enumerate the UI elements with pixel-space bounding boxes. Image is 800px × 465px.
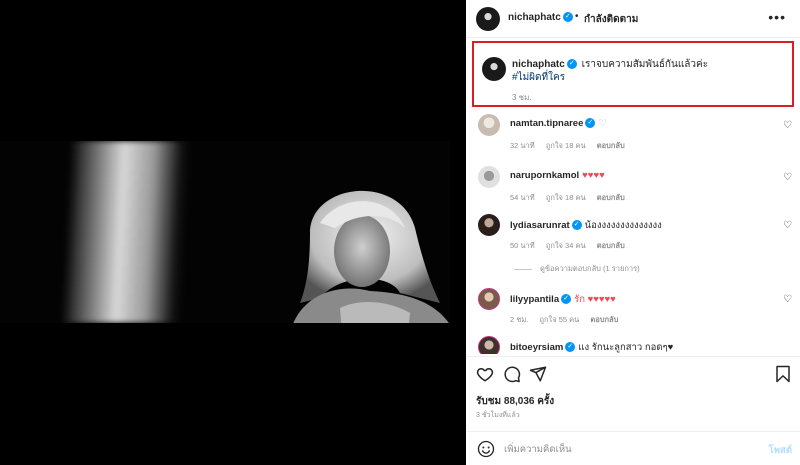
comment-list[interactable]: namtan.tipnaree ✓ ♡ 32 นาที ถูกใจ 18 คน ตอ… [466,110,800,354]
comment-meta: 50 นาที ถูกใจ 34 คน ตอบกลับ [510,240,634,252]
verified-badge-icon: ✓ [585,118,596,129]
emoji-icon[interactable] [477,440,495,458]
caption-text: เราจบความสัมพันธ์กันแล้วค่ะ [581,59,709,70]
comment-text: ♡ [598,118,607,129]
comment-text: รัก ♥♥♥♥♥ [574,294,616,305]
comment-item: lilyypantila ✓ รัก ♥♥♥♥♥ 2 ชม. ถูกใจ 55 คน… [466,284,800,336]
view-count[interactable]: รับชม 88,036 ครั้ง [476,394,554,409]
verified-badge-icon: ✓ [561,294,572,305]
performer-image [293,190,449,323]
comment-like-icon[interactable]: ♡ [783,172,792,183]
comment-meta: 54 นาที ถูกใจ 18 คน ตอบกลับ [510,192,634,204]
comment-input[interactable] [504,441,744,457]
comment-icon[interactable] [503,365,521,383]
caption-hashtag[interactable]: #ไม่ผิดที่ใคร [512,70,565,85]
comment-likes[interactable]: ถูกใจ 34 คน [546,241,586,250]
comment-text: แง รักนะลูกสาว กอดๆ♥ [578,342,674,353]
comment-likes[interactable]: ถูกใจ 55 คน [539,315,579,324]
comment-username[interactable]: lydiasarunrat [510,220,570,231]
video-frame [0,141,450,323]
verified-badge-icon: ✓ [566,59,577,70]
following-button[interactable]: กำลังติดตาม [584,12,638,27]
comment-like-icon[interactable]: ♡ [783,220,792,231]
view-replies-label: ดูข้อความตอบกลับ (1 รายการ) [540,264,640,273]
comment-like-icon[interactable]: ♡ [783,120,792,131]
comment-time: 32 นาที [510,141,535,150]
comment-like-icon[interactable]: ♡ [783,294,792,305]
reply-button[interactable]: ตอบกลับ [597,193,625,202]
comment-line: narupornkamol ♥♥♥♥ [510,170,605,181]
author-name-text: nichaphatc [508,12,561,23]
caption-highlight: nichaphatc ✓ เราจบความสัมพันธ์กันแล้วค่ะ … [472,41,794,107]
comment-line: lydiasarunrat ✓ น้องงงงงงงงงงงงงง [510,218,662,233]
author-username[interactable]: nichaphatc ✓ [508,12,573,23]
comment-time: 50 นาที [510,241,535,250]
view-replies-button[interactable]: ดูข้อความตอบกลับ (1 รายการ) [514,263,640,275]
bookmark-icon[interactable] [774,365,792,383]
comment-username[interactable]: lilyypantila [510,294,559,305]
commenter-avatar-story[interactable] [478,336,500,354]
commenter-avatar[interactable] [478,214,500,236]
comment-line: lilyypantila ✓ รัก ♥♥♥♥♥ [510,292,616,307]
comment-line: namtan.tipnaree ✓ ♡ [510,118,607,129]
more-options-icon[interactable]: ••• [768,10,786,24]
comment-composer: โพสต์ [466,431,800,465]
reply-button[interactable]: ตอบกลับ [597,241,625,250]
comment-time: 54 นาที [510,193,535,202]
comment-time: 2 ชม. [510,315,529,324]
author-avatar[interactable] [476,7,500,31]
share-icon[interactable] [529,365,547,383]
caption-avatar[interactable] [482,57,506,81]
light-beam [61,141,191,323]
caption-author[interactable]: nichaphatc [512,59,565,70]
post-video[interactable] [0,0,466,465]
commenter-avatar-story[interactable] [478,288,500,310]
comment-item: narupornkamol ♥♥♥♥ 54 นาที ถูกใจ 18 คน ตอ… [466,162,800,214]
comment-text: ♥♥♥♥ [582,170,605,181]
comment-username[interactable]: narupornkamol [510,170,579,181]
heart-icon[interactable] [476,365,494,383]
reply-button[interactable]: ตอบกลับ [590,315,618,324]
commenter-avatar[interactable] [478,166,500,188]
post-header: nichaphatc ✓ • กำลังติดตาม ••• [466,0,800,38]
replies-divider [514,268,532,270]
verified-badge-icon: ✓ [571,220,582,231]
comment-username[interactable]: bitoeyrsiam [510,342,563,353]
post-comment-button[interactable]: โพสต์ [769,443,792,458]
commenter-avatar[interactable] [478,114,500,136]
caption-timestamp: 3 ชม. [512,93,532,102]
action-bar [466,356,800,392]
verified-badge-icon: ✓ [562,12,573,23]
comment-meta: 32 นาที ถูกใจ 18 คน ตอบกลับ [510,140,634,152]
comment-line: bitoeyrsiam ✓ แง รักนะลูกสาว กอดๆ♥ [510,340,673,354]
verified-badge-icon: ✓ [565,342,576,353]
post-time: 3 ชั่วโมงที่แล้ว [476,412,520,419]
comment-item: lydiasarunrat ✓ น้องงงงงงงงงงงงงง 50 นาที … [466,210,800,262]
comment-item: namtan.tipnaree ✓ ♡ 32 นาที ถูกใจ 18 คน ตอ… [466,110,800,162]
comment-likes[interactable]: ถูกใจ 18 คน [546,193,586,202]
post-sidebar: nichaphatc ✓ • กำลังติดตาม ••• nichaphatc… [466,0,800,465]
header-separator: • [575,11,579,22]
comment-likes[interactable]: ถูกใจ 18 คน [546,141,586,150]
comment-username[interactable]: namtan.tipnaree [510,118,583,129]
comment-meta: 2 ชม. ถูกใจ 55 คน ตอบกลับ [510,314,627,326]
reply-button[interactable]: ตอบกลับ [597,141,625,150]
comment-item: bitoeyrsiam ✓ แง รักนะลูกสาว กอดๆ♥ [466,332,800,354]
comment-text: น้องงงงงงงงงงงงงง [584,220,662,231]
